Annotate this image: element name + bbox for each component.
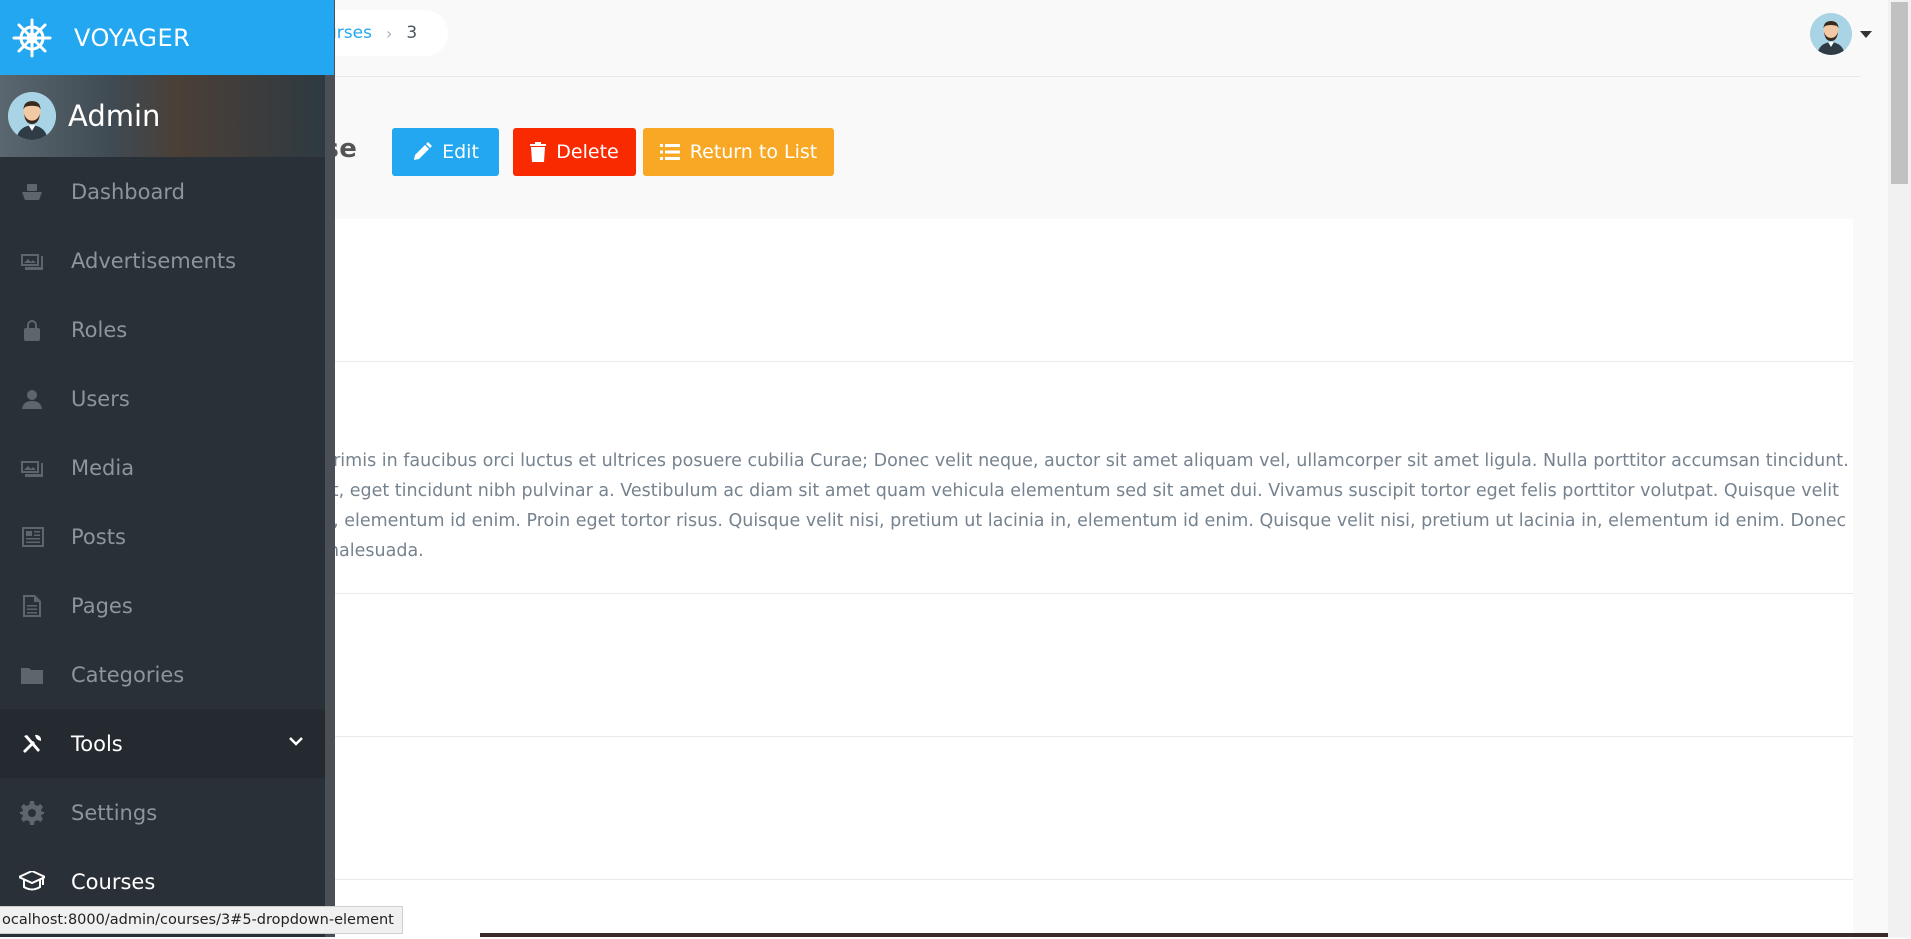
description-line: malesuada.: [322, 541, 424, 561]
sidebar-item-label: Roles: [71, 317, 128, 342]
brand-name: VOYAGER: [74, 23, 191, 52]
sidebar-item-label: Users: [71, 386, 130, 411]
pencil-icon: [414, 142, 433, 160]
lock-icon: [19, 317, 45, 343]
description-line: lit, eget tincidunt nibh pulvinar a. Ves…: [322, 481, 1839, 501]
avatar: [1810, 13, 1852, 55]
tools-icon: [19, 731, 45, 757]
list-icon: [659, 144, 680, 160]
breadcrumb-current: 3: [406, 23, 418, 43]
row-divider: [330, 879, 1853, 880]
sidebar-item-label: Media: [71, 455, 135, 480]
scrollbar-thumb[interactable]: [1891, 2, 1908, 184]
sidebar-item-dashboard[interactable]: Dashboard: [0, 157, 325, 226]
image-icon: [19, 455, 45, 481]
gear-icon: [19, 800, 45, 826]
row-divider: [330, 736, 1853, 737]
sidebar-item-users[interactable]: Users: [0, 364, 325, 433]
browser-status-url: ocalhost:8000/admin/courses/3#5-dropdown…: [0, 906, 403, 934]
sidebar-item-settings[interactable]: Settings: [0, 778, 325, 847]
sidebar-item-label: Posts: [71, 524, 126, 549]
sidebar-item-label: Dashboard: [71, 179, 185, 204]
description-line: n, elementum id enim. Proin eget tortor …: [322, 511, 1847, 531]
person-icon: [19, 386, 45, 412]
description-line: primis in faucibus orci luctus et ultric…: [322, 451, 1849, 471]
folder-icon: [19, 662, 45, 688]
helm-icon: [12, 18, 52, 57]
news-icon: [19, 524, 45, 550]
edit-button[interactable]: Edit: [392, 128, 499, 176]
sidebar-item-label: Pages: [71, 593, 133, 618]
caret-down-icon: [1860, 30, 1872, 38]
read-panel: [330, 219, 1853, 939]
row-divider: [330, 361, 1853, 362]
row-divider: [330, 593, 1853, 594]
profile-name: Admin: [68, 99, 161, 133]
edit-button-label: Edit: [442, 141, 479, 163]
graduation-cap-icon: [19, 869, 45, 895]
sidebar-item-tools[interactable]: Tools: [0, 709, 325, 778]
bottom-strip: [480, 933, 1888, 937]
sidebar-item-label: Categories: [71, 662, 185, 687]
trash-icon: [530, 142, 547, 162]
sidebar-item-advertisements[interactable]: Advertisements: [0, 226, 325, 295]
user-menu-toggle[interactable]: [1810, 13, 1872, 55]
delete-button[interactable]: Delete: [513, 128, 636, 176]
brand-header[interactable]: VOYAGER: [0, 0, 334, 75]
sidebar-item-label: Tools: [71, 731, 123, 756]
breadcrumb-separator-icon: ›: [385, 23, 393, 43]
chevron-down-icon: [289, 737, 303, 746]
sidebar-edge: [325, 0, 335, 937]
sidebar-item-pages[interactable]: Pages: [0, 571, 325, 640]
avatar: [8, 92, 56, 140]
boat-icon: [19, 179, 45, 205]
file-icon: [19, 593, 45, 619]
sidebar-item-categories[interactable]: Categories: [0, 640, 325, 709]
sidebar-item-posts[interactable]: Posts: [0, 502, 325, 571]
sidebar-item-media[interactable]: Media: [0, 433, 325, 502]
image-icon: [19, 248, 45, 274]
sidebar-item-label: Courses: [71, 869, 156, 894]
sidebar-item-roles[interactable]: Roles: [0, 295, 325, 364]
sidebar-item-label: Settings: [71, 800, 158, 825]
sidebar-item-label: Advertisements: [71, 248, 237, 273]
sidebar-menu: Dashboard Advertisements Roles Users Med…: [0, 157, 325, 916]
delete-button-label: Delete: [556, 141, 619, 163]
sidebar-profile[interactable]: Admin: [0, 75, 325, 157]
return-button-label: Return to List: [689, 141, 818, 163]
course-description: primis in faucibus orci luctus et ultric…: [322, 446, 1849, 566]
return-to-list-button[interactable]: Return to List: [643, 128, 834, 176]
